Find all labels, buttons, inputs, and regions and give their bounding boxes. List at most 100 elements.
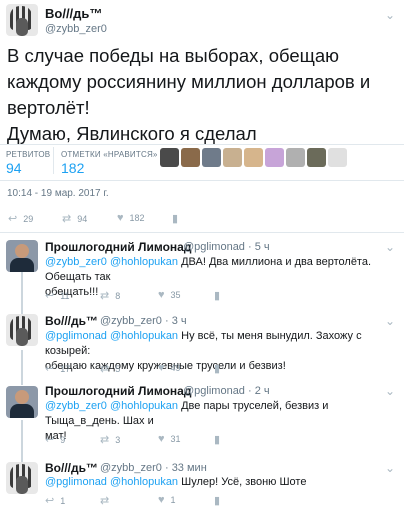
- reply-icon: ↩: [45, 290, 55, 302]
- chevron-down-icon[interactable]: ⌄: [385, 240, 395, 254]
- retweet-button[interactable]: ⇄ 5: [100, 362, 120, 375]
- liker-avatar[interactable]: [307, 148, 326, 167]
- divider: [0, 232, 404, 233]
- mention-link[interactable]: @zybb_zer0: [45, 256, 107, 268]
- retweet-icon: ⇄: [100, 363, 110, 375]
- reply-button[interactable]: ↩ 17: [45, 362, 70, 375]
- like-button[interactable]: ♥ 182: [117, 212, 145, 224]
- divider: [0, 144, 404, 145]
- like-count: 35: [170, 290, 181, 300]
- reply-author-handle[interactable]: @zybb_zer0 · 33 мин: [100, 462, 207, 474]
- chevron-down-icon[interactable]: ⌄: [385, 314, 395, 328]
- retweet-button[interactable]: ⇄: [100, 494, 115, 507]
- retweets-label: РЕТВИТОВ: [6, 150, 51, 159]
- author-avatar[interactable]: [6, 4, 38, 36]
- like-button[interactable]: ♥ 35: [158, 289, 181, 301]
- reply-avatar[interactable]: [6, 314, 38, 346]
- reply-count: 29: [23, 214, 34, 224]
- reply-count: 1: [60, 496, 66, 506]
- like-button[interactable]: ♥ 49: [158, 362, 181, 374]
- liker-avatar[interactable]: [328, 148, 347, 167]
- reply-author-name[interactable]: Прошлогодний Лимонад: [45, 240, 191, 254]
- analytics-icon: ▮: [172, 213, 179, 225]
- reply-count: 11: [60, 291, 70, 301]
- mention-link[interactable]: @zybb_zer0: [45, 400, 107, 412]
- analytics-button[interactable]: ▮: [214, 433, 226, 446]
- like-button[interactable]: ♥ 1: [158, 494, 176, 506]
- retweet-icon: ⇄: [100, 495, 110, 507]
- thread-line: [21, 272, 23, 314]
- reply-count: 9: [60, 435, 66, 445]
- liker-avatar[interactable]: [202, 148, 221, 167]
- retweet-button[interactable]: ⇄ 94: [62, 212, 87, 225]
- like-count: 31: [170, 434, 181, 444]
- mention-link[interactable]: @pglimonad: [45, 330, 107, 342]
- retweet-count: 5: [115, 364, 121, 374]
- author-handle[interactable]: @zybb_zer0: [45, 23, 107, 35]
- reply-author-handle[interactable]: @pglimonad · 2 ч: [183, 385, 270, 397]
- like-button[interactable]: ♥ 31: [158, 433, 181, 445]
- liker-avatar[interactable]: [286, 148, 305, 167]
- liker-avatar[interactable]: [265, 148, 284, 167]
- reply-button[interactable]: ↩ 11: [45, 289, 70, 302]
- tweet-text-line: вертолёт!: [7, 97, 90, 118]
- reply-author-name[interactable]: Во///дь™: [45, 314, 98, 328]
- likes-label: ОТМЕТКИ «НРАВИТСЯ»: [61, 150, 158, 159]
- retweet-icon: ⇄: [100, 434, 110, 446]
- retweet-count: 8: [115, 291, 121, 301]
- reply-text: @pglimonad @hohlopukan Шулер! Усё, звоню…: [45, 475, 395, 490]
- reply-author-handle[interactable]: @pglimonad · 5 ч: [183, 241, 270, 253]
- retweets-count[interactable]: 94: [6, 160, 22, 176]
- liker-avatar[interactable]: [244, 148, 263, 167]
- analytics-button[interactable]: ▮: [214, 494, 226, 507]
- heart-icon: ♥: [158, 289, 165, 301]
- reply-icon: ↩: [45, 434, 55, 446]
- retweet-count: 94: [77, 214, 88, 224]
- retweet-count: 3: [115, 435, 121, 445]
- chevron-down-icon[interactable]: ⌄: [385, 8, 395, 22]
- mention-link[interactable]: @hohlopukan: [110, 476, 178, 488]
- reply-author-handle[interactable]: @zybb_zer0 · 3 ч: [100, 315, 187, 327]
- analytics-button[interactable]: ▮: [214, 362, 226, 375]
- analytics-button[interactable]: ▮: [172, 212, 184, 225]
- reply-button[interactable]: ↩ 29: [8, 212, 33, 225]
- chevron-down-icon[interactable]: ⌄: [385, 384, 395, 398]
- chevron-down-icon[interactable]: ⌄: [385, 461, 395, 475]
- reply-avatar[interactable]: [6, 386, 38, 418]
- likes-count[interactable]: 182: [61, 160, 84, 176]
- liker-avatar[interactable]: [181, 148, 200, 167]
- analytics-icon: ▮: [214, 434, 221, 446]
- reply-icon: ↩: [8, 213, 18, 225]
- analytics-button[interactable]: ▮: [214, 289, 226, 302]
- reply-avatar[interactable]: [6, 462, 38, 494]
- reply-icon: ↩: [45, 363, 55, 375]
- divider: [53, 147, 54, 174]
- reply-author-name[interactable]: Прошлогодний Лимонад: [45, 384, 191, 398]
- heart-icon: ♥: [158, 494, 165, 506]
- liker-avatar[interactable]: [160, 148, 179, 167]
- retweet-button[interactable]: ⇄ 8: [100, 289, 120, 302]
- reply-count: 17: [60, 364, 71, 374]
- tweet-text-line: В случае победы на выборах, обещаю: [7, 45, 340, 66]
- reply-button[interactable]: ↩ 9: [45, 433, 65, 446]
- analytics-icon: ▮: [214, 290, 221, 302]
- like-count: 182: [129, 213, 145, 223]
- author-name[interactable]: Во///дь™: [45, 6, 102, 21]
- heart-icon: ♥: [117, 212, 124, 224]
- retweet-button[interactable]: ⇄ 3: [100, 433, 120, 446]
- liker-avatar[interactable]: [223, 148, 242, 167]
- thread-line: [21, 350, 23, 385]
- mention-link[interactable]: @hohlopukan: [110, 330, 178, 342]
- tweet-text-line: каждому россиянину миллион долларов и: [7, 71, 371, 92]
- mention-link[interactable]: @hohlopukan: [110, 256, 178, 268]
- mention-link[interactable]: @hohlopukan: [110, 400, 178, 412]
- mention-link[interactable]: @pglimonad: [45, 476, 107, 488]
- heart-icon: ♥: [158, 362, 165, 374]
- reply-author-name[interactable]: Во///дь™: [45, 461, 98, 475]
- reply-text-line: Шулер! Усё, звоню Шоте: [181, 476, 307, 488]
- like-count: 49: [170, 363, 181, 373]
- tweet-timestamp[interactable]: 10:14 - 19 мар. 2017 г.: [7, 188, 109, 199]
- reply-avatar[interactable]: [6, 240, 38, 272]
- divider: [0, 180, 404, 181]
- reply-button[interactable]: ↩ 1: [45, 494, 65, 507]
